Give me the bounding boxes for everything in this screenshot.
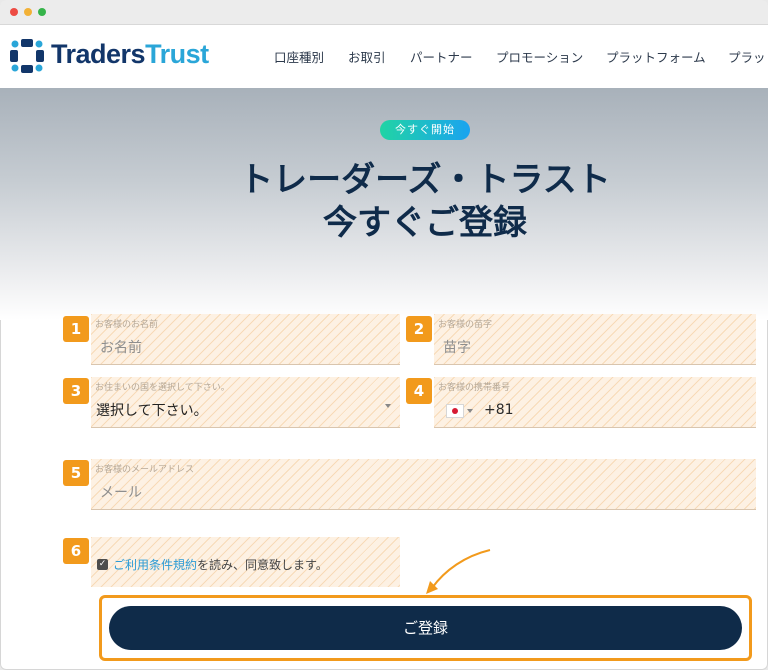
window-titlebar bbox=[0, 0, 768, 25]
logo-wordmark: TradersTrust bbox=[51, 39, 209, 69]
country-label: お住まいの国を選択して下さい。 bbox=[95, 383, 230, 393]
curved-arrow-icon bbox=[426, 549, 491, 594]
step-number-6: 6 bbox=[63, 538, 89, 564]
menu-item-platforms-2[interactable]: プラッ bbox=[728, 47, 766, 66]
menu-item-platforms[interactable]: プラットフォーム bbox=[606, 47, 706, 66]
phone-label: お客様の携帯番号 bbox=[438, 383, 511, 393]
step-number-1: 1 bbox=[63, 316, 89, 342]
traderstrust-logo[interactable]: TradersTrust bbox=[9, 38, 219, 74]
menu-item-account-types[interactable]: 口座種別 bbox=[274, 47, 324, 66]
menu-item-partners[interactable]: パートナー bbox=[410, 47, 473, 66]
terms-checkbox[interactable]: ✓ bbox=[97, 559, 108, 570]
terms-link[interactable]: ご利用条件規約 bbox=[113, 558, 197, 572]
first-name-label: お客様のお名前 bbox=[95, 320, 159, 330]
email-label: お客様のメールアドレス bbox=[95, 465, 195, 475]
dropdown-caret-icon bbox=[385, 404, 391, 408]
terms-text: ご利用条件規約を読み、同意致します。 bbox=[113, 556, 328, 573]
first-name-input[interactable]: お名前 bbox=[100, 337, 142, 357]
email-field[interactable]: お客様のメールアドレス メール bbox=[91, 459, 756, 510]
close-window-button[interactable] bbox=[10, 8, 18, 16]
country-select-field[interactable]: お住まいの国を選択して下さい。 選択して下さい。 bbox=[91, 377, 400, 428]
first-name-field[interactable]: お客様のお名前 お名前 bbox=[91, 314, 400, 365]
page-title-line2: 今すぐご登録 bbox=[323, 203, 527, 243]
last-name-input[interactable]: 苗字 bbox=[443, 337, 471, 357]
email-input[interactable]: メール bbox=[100, 482, 142, 502]
step-number-3: 3 bbox=[63, 378, 89, 404]
step-number-4: 4 bbox=[406, 378, 432, 404]
step-number-5: 5 bbox=[63, 460, 89, 486]
browser-window: TradersTrust 口座種別 お取引 パートナー プロモーション プラット… bbox=[0, 0, 768, 670]
last-name-label: お客様の苗字 bbox=[438, 320, 493, 330]
minimize-window-button[interactable] bbox=[24, 8, 32, 16]
phone-field[interactable]: お客様の携帯番号 +81 bbox=[434, 377, 756, 428]
menu-item-trading[interactable]: お取引 bbox=[348, 47, 386, 66]
country-select[interactable]: 選択して下さい。 bbox=[96, 400, 208, 420]
maximize-window-button[interactable] bbox=[38, 8, 46, 16]
terms-agree-text: を読み、同意致します。 bbox=[197, 558, 328, 572]
menu-item-promotions[interactable]: プロモーション bbox=[496, 47, 583, 66]
step-number-2: 2 bbox=[406, 316, 432, 342]
phone-input[interactable]: +81 bbox=[484, 402, 514, 418]
hero-banner: 今すぐ開始 トレーダーズ・トラスト 今すぐご登録 bbox=[0, 88, 768, 320]
japan-flag-icon[interactable] bbox=[446, 404, 464, 418]
page-title-line1: トレーダーズ・トラスト bbox=[239, 160, 611, 200]
start-now-badge: 今すぐ開始 bbox=[380, 120, 470, 140]
register-submit-button[interactable]: ご登録 bbox=[109, 606, 742, 650]
terms-agreement-area: ✓ ご利用条件規約を読み、同意致します。 bbox=[91, 537, 400, 587]
country-code-caret-icon[interactable] bbox=[467, 409, 473, 413]
last-name-field[interactable]: お客様の苗字 苗字 bbox=[434, 314, 756, 365]
logo-mark-icon bbox=[10, 39, 44, 73]
site-header: TradersTrust 口座種別 お取引 パートナー プロモーション プラット… bbox=[0, 25, 768, 88]
